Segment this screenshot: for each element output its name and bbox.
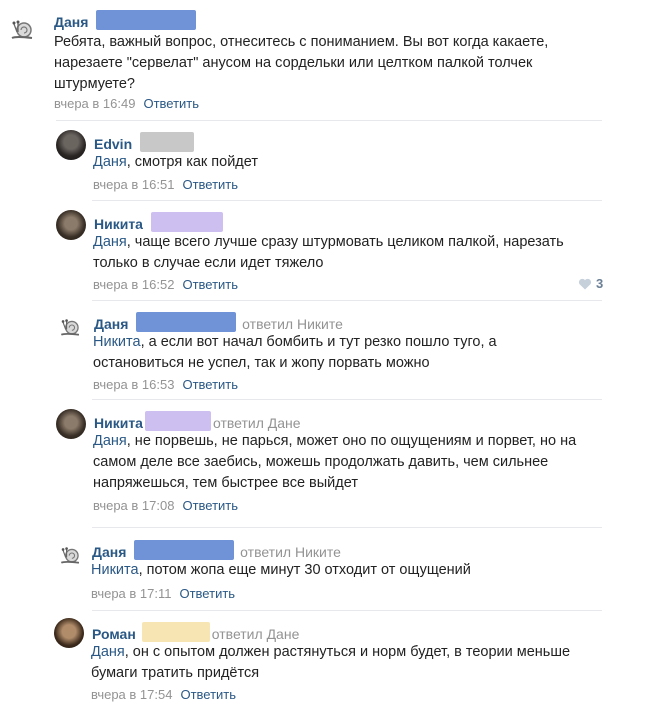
comment-text: Никита, а если вот начал бомбить и тут р… bbox=[93, 332, 573, 374]
comment-item: Даня ответил Никите Никита, потом жопа е… bbox=[56, 538, 616, 606]
avatar[interactable] bbox=[56, 409, 86, 439]
divider bbox=[56, 120, 602, 121]
replied-to[interactable]: ответил Никите bbox=[240, 544, 341, 560]
comment-item: Роман ответил Дане Даня, он с опытом долж… bbox=[54, 618, 616, 710]
avatar[interactable] bbox=[56, 310, 86, 340]
comment-date[interactable]: вчера в 16:49 bbox=[54, 96, 135, 111]
snail-avatar-icon bbox=[56, 538, 86, 568]
comment-text: Даня, смотря как пойдет bbox=[93, 152, 603, 173]
author-name[interactable]: Никита bbox=[94, 216, 143, 232]
divider bbox=[92, 200, 602, 201]
comment-date[interactable]: вчера в 16:51 bbox=[93, 177, 174, 192]
replied-to[interactable]: ответил Никите bbox=[242, 316, 343, 332]
reply-button[interactable]: Ответить bbox=[182, 498, 238, 513]
reply-button[interactable]: Ответить bbox=[182, 377, 238, 392]
comment-text: Даня, чаще всего лучше сразу штурмовать … bbox=[93, 232, 608, 274]
comment-text: Ребята, важный вопрос, отнеситесь с пони… bbox=[54, 34, 549, 92]
author-name[interactable]: Даня bbox=[54, 14, 88, 30]
mention-link[interactable]: Даня bbox=[93, 154, 127, 170]
comment-text: Никита, потом жопа еще минут 30 отходит … bbox=[91, 560, 611, 581]
divider bbox=[92, 399, 602, 400]
reply-button[interactable]: Ответить bbox=[182, 177, 238, 192]
redacted-surname bbox=[141, 622, 210, 642]
comment-item: Никита ответил Дане Даня, не порвешь, не … bbox=[56, 409, 616, 519]
snail-avatar-icon bbox=[56, 310, 86, 340]
snail-avatar-icon bbox=[6, 10, 40, 44]
comment-body: , он с опытом должен растянуться и норм … bbox=[91, 644, 571, 681]
mention-link[interactable]: Даня bbox=[91, 644, 125, 660]
avatar[interactable] bbox=[56, 130, 86, 160]
redacted-surname bbox=[134, 540, 235, 560]
redacted-surname bbox=[140, 132, 195, 152]
comment-date[interactable]: вчера в 17:54 bbox=[91, 687, 172, 702]
author-name[interactable]: Даня bbox=[92, 544, 126, 560]
reply-button[interactable]: Ответить bbox=[180, 687, 236, 702]
reply-button[interactable]: Ответить bbox=[182, 277, 238, 292]
redacted-surname bbox=[144, 411, 211, 431]
divider bbox=[92, 527, 602, 528]
like-count: 3 bbox=[596, 276, 604, 291]
reply-button[interactable]: Ответить bbox=[179, 586, 235, 601]
comment-date[interactable]: вчера в 16:53 bbox=[93, 377, 174, 392]
author-name[interactable]: Edvin bbox=[94, 136, 132, 152]
avatar[interactable] bbox=[56, 210, 86, 240]
comment-text: Даня, он с опытом должен растянуться и н… bbox=[91, 642, 591, 684]
heart-icon bbox=[578, 278, 592, 290]
comment-body: , а если вот начал бомбить и тут резко п… bbox=[93, 334, 497, 371]
mention-link[interactable]: Никита bbox=[91, 562, 139, 578]
comment-body: , потом жопа еще минут 30 отходит от ощу… bbox=[138, 562, 471, 578]
author-name[interactable]: Даня bbox=[94, 316, 128, 332]
comment-date[interactable]: вчера в 17:08 bbox=[93, 498, 174, 513]
comment-item: Edvin Даня, смотря как пойдет вчера в 16… bbox=[56, 130, 616, 198]
avatar[interactable] bbox=[6, 10, 40, 44]
comment-date[interactable]: вчера в 16:52 bbox=[93, 277, 174, 292]
comment-body: , не порвешь, не парься, может оно по ощ… bbox=[93, 433, 577, 491]
replied-to[interactable]: ответил Дане bbox=[213, 415, 301, 431]
comment-body: , смотря как пойдет bbox=[126, 154, 258, 170]
comment-item: Никита Даня, чаще всего лучше сразу штур… bbox=[56, 210, 616, 298]
reply-button[interactable]: Ответить bbox=[143, 96, 199, 111]
mention-link[interactable]: Никита bbox=[93, 334, 141, 350]
comment-text: Даня, не порвешь, не парься, может оно п… bbox=[93, 431, 613, 494]
mention-link[interactable]: Даня bbox=[93, 234, 127, 250]
redacted-surname bbox=[96, 10, 197, 30]
replied-to[interactable]: ответил Дане bbox=[212, 626, 300, 642]
author-name[interactable]: Никита bbox=[94, 415, 143, 431]
divider bbox=[92, 300, 602, 301]
mention-link[interactable]: Даня bbox=[93, 433, 127, 449]
comment-date[interactable]: вчера в 17:11 bbox=[91, 586, 171, 601]
avatar[interactable] bbox=[54, 618, 84, 648]
comment-item: Даня Ребята, важный вопрос, отнеситесь с… bbox=[6, 6, 646, 116]
redacted-surname bbox=[150, 212, 223, 232]
like-button[interactable]: 3 bbox=[578, 276, 603, 291]
comment-item: Даня ответил Никите Никита, а если вот н… bbox=[56, 310, 616, 398]
divider bbox=[92, 610, 602, 611]
comment-body: , чаще всего лучше сразу штурмовать цели… bbox=[93, 234, 564, 271]
comment-thread: Даня Ребята, важный вопрос, отнеситесь с… bbox=[0, 0, 650, 714]
avatar[interactable] bbox=[56, 538, 86, 568]
author-name[interactable]: Роман bbox=[92, 626, 136, 642]
redacted-surname bbox=[136, 312, 237, 332]
